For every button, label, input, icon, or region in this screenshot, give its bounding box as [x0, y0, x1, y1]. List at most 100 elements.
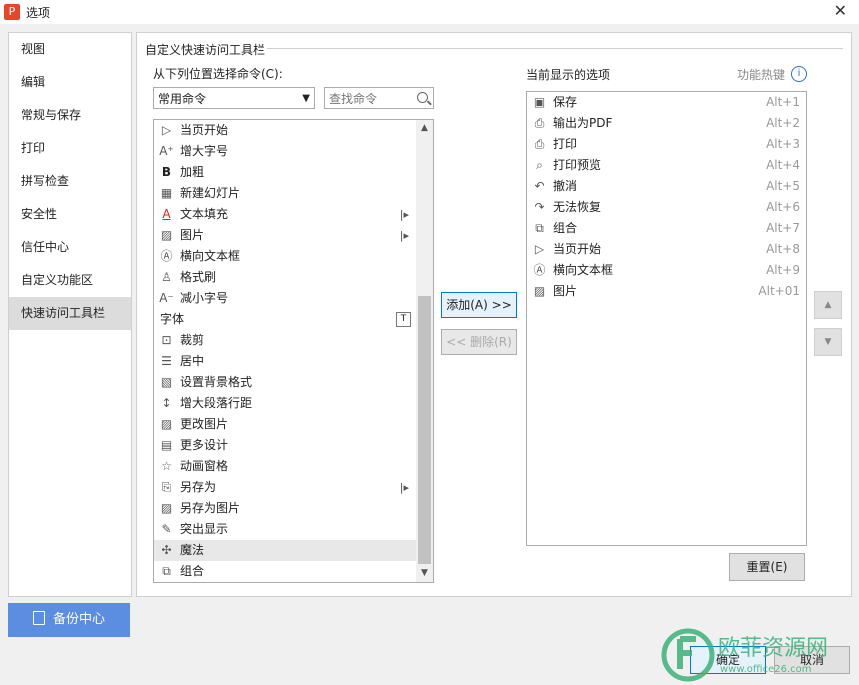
sidebar-item[interactable]: 编辑: [9, 66, 131, 99]
sidebar-item[interactable]: 拼写检查: [9, 165, 131, 198]
list-item-label: 加粗: [180, 165, 205, 179]
list-item-label: 居中: [180, 354, 205, 368]
list-item[interactable]: ☆ 动画窗格: [154, 456, 433, 477]
group-icon: ⧉: [162, 564, 171, 578]
list-item[interactable]: A⁺ 增大字号: [154, 141, 433, 162]
list-item-label: 组合: [180, 564, 205, 578]
list-item[interactable]: ▷ 当页开始 Alt+8: [527, 239, 806, 260]
move-down-button[interactable]: ▼: [814, 328, 842, 356]
close-icon[interactable]: ✕: [834, 1, 847, 20]
list-item-label: 新建幻灯片: [180, 186, 241, 200]
current-toolbar-list[interactable]: ▣ 保存 Alt+1 ⎙ 输出为PDF Alt+2 ⎙ 打印 Alt+3 ⌕ 打印预览 Alt+4 ↶ 撤…: [526, 91, 807, 546]
export-pdf-icon: ⎙: [534, 116, 545, 130]
list-item-label: 打印: [553, 137, 578, 151]
window-title: 选项: [26, 6, 51, 20]
list-item[interactable]: ⊡ 裁剪: [154, 330, 433, 351]
sidebar-item[interactable]: 视图: [9, 33, 131, 66]
list-item[interactable]: Ⓐ 横向文本框: [154, 246, 433, 267]
vertical-scrollbar[interactable]: ▲ ▼: [416, 120, 433, 582]
list-item[interactable]: ▣ 保存 Alt+1: [527, 92, 806, 113]
remove-button[interactable]: << 删除(R): [441, 329, 517, 355]
picture-icon: ▨: [160, 228, 173, 242]
list-item[interactable]: A 文本填充 |▸: [154, 204, 433, 225]
list-item[interactable]: ▷ 当页开始: [154, 120, 433, 141]
list-item[interactable]: ⎘ 另存为 |▸: [154, 477, 433, 498]
list-item[interactable]: ▦ 新建幻灯片: [154, 183, 433, 204]
list-item[interactable]: ▤ 更多设计: [154, 435, 433, 456]
format-painter-icon: ♙: [161, 270, 172, 284]
list-item[interactable]: ⧉ 组合 Alt+7: [527, 218, 806, 239]
submenu-arrow-icon[interactable]: |▸: [400, 225, 409, 246]
list-item[interactable]: ▨ 更改图片: [154, 414, 433, 435]
list-item-label: 更多设计: [180, 438, 229, 452]
search-icon[interactable]: [417, 92, 428, 103]
sidebar-item[interactable]: 自定义功能区: [9, 264, 131, 297]
list-item-label: 动画窗格: [180, 459, 229, 473]
list-item[interactable]: ✎ 突出显示: [154, 519, 433, 540]
list-item[interactable]: ▨ 图片 |▸: [154, 225, 433, 246]
list-item[interactable]: B 加粗: [154, 162, 433, 183]
list-item[interactable]: ⌕ 打印预览 Alt+4: [527, 155, 806, 176]
list-item[interactable]: ↕ 增大段落行距: [154, 393, 433, 414]
list-item[interactable]: ✣ 魔法: [154, 540, 433, 561]
hotkey-text: Alt+3: [766, 137, 800, 151]
hotkey-text: Alt+5: [766, 179, 800, 193]
sidebar-item[interactable]: 信任中心: [9, 231, 131, 264]
scrollbar-thumb[interactable]: [418, 296, 431, 564]
list-item[interactable]: ▨ 图片 Alt+01: [527, 281, 806, 302]
font-increase-icon: A⁺: [159, 144, 174, 158]
sidebar-item[interactable]: 常规与保存: [9, 99, 131, 132]
reset-button[interactable]: 重置(E): [729, 553, 805, 581]
crop-icon: ⊡: [161, 333, 172, 347]
current-options-label: 当前显示的选项: [526, 68, 611, 82]
backup-center-label: 备份中心: [52, 612, 105, 627]
cancel-button[interactable]: 取消: [774, 646, 850, 674]
list-group-header[interactable]: 字体 T: [154, 309, 433, 330]
list-item[interactable]: ⎙ 打印 Alt+3: [527, 134, 806, 155]
hotkey-text: Alt+6: [766, 200, 800, 214]
new-slide-icon: ▦: [160, 186, 173, 200]
list-item[interactable]: Ⓐ 横向文本框 Alt+9: [527, 260, 806, 281]
list-item-label: 图片: [180, 228, 205, 242]
list-item[interactable]: ↷ 无法恢复 Alt+6: [527, 197, 806, 218]
scroll-up-icon[interactable]: ▲: [416, 120, 433, 137]
line-spacing-icon: ↕: [161, 396, 172, 410]
sidebar-item[interactable]: 安全性: [9, 198, 131, 231]
list-item[interactable]: ▧ 设置背景格式: [154, 372, 433, 393]
command-source-select[interactable]: 常用命令 ▼: [153, 87, 315, 109]
submenu-arrow-icon[interactable]: |▸: [400, 477, 409, 498]
play-circle-icon: ▷: [534, 242, 545, 256]
list-item-label: 当页开始: [180, 123, 229, 137]
list-item[interactable]: ⎙ 输出为PDF Alt+2: [527, 113, 806, 134]
available-commands-list[interactable]: ▷ 当页开始 A⁺ 增大字号 B 加粗 ▦ 新建幻灯片 A 文本填充 |▸ ▨ 图片 |▸ Ⓐ 横向文本框 ♙ 格…: [153, 119, 434, 583]
save-icon: ▣: [533, 95, 546, 109]
info-icon[interactable]: i: [791, 66, 807, 82]
list-item[interactable]: ♙ 格式刷: [154, 267, 433, 288]
align-center-icon: ☰: [161, 354, 172, 368]
list-item[interactable]: ⧉ 组合: [154, 561, 433, 582]
command-search-input[interactable]: [327, 89, 411, 109]
save-as-icon: ⎘: [161, 480, 172, 494]
sidebar-item[interactable]: 快速访问工具栏: [9, 297, 131, 330]
list-item-label: 当页开始: [553, 242, 602, 256]
list-item[interactable]: A⁻ 减小字号: [154, 288, 433, 309]
submenu-arrow-icon[interactable]: |▸: [400, 204, 409, 225]
hotkey-text: Alt+4: [766, 158, 800, 172]
ok-button[interactable]: 确定: [690, 646, 766, 674]
textbox-icon: Ⓐ: [533, 263, 546, 277]
font-decrease-icon: A⁻: [159, 291, 174, 305]
group-icon: ⧉: [535, 221, 544, 235]
list-item[interactable]: ↶ 撤消 Alt+5: [527, 176, 806, 197]
add-button[interactable]: 添加(A) >>: [441, 292, 517, 318]
list-item[interactable]: ▨ 另存为图片: [154, 498, 433, 519]
title-bar: P 选项 ✕: [0, 0, 859, 24]
font-group-icon[interactable]: T: [396, 312, 411, 327]
scroll-down-icon[interactable]: ▼: [416, 565, 433, 582]
sidebar-item[interactable]: 打印: [9, 132, 131, 165]
more-design-icon: ▤: [160, 438, 173, 452]
command-search-box[interactable]: [324, 87, 434, 109]
list-item[interactable]: ☰ 居中: [154, 351, 433, 372]
print-preview-icon: ⌕: [536, 158, 543, 172]
backup-center-button[interactable]: 备份中心: [8, 603, 130, 637]
move-up-button[interactable]: ▲: [814, 291, 842, 319]
